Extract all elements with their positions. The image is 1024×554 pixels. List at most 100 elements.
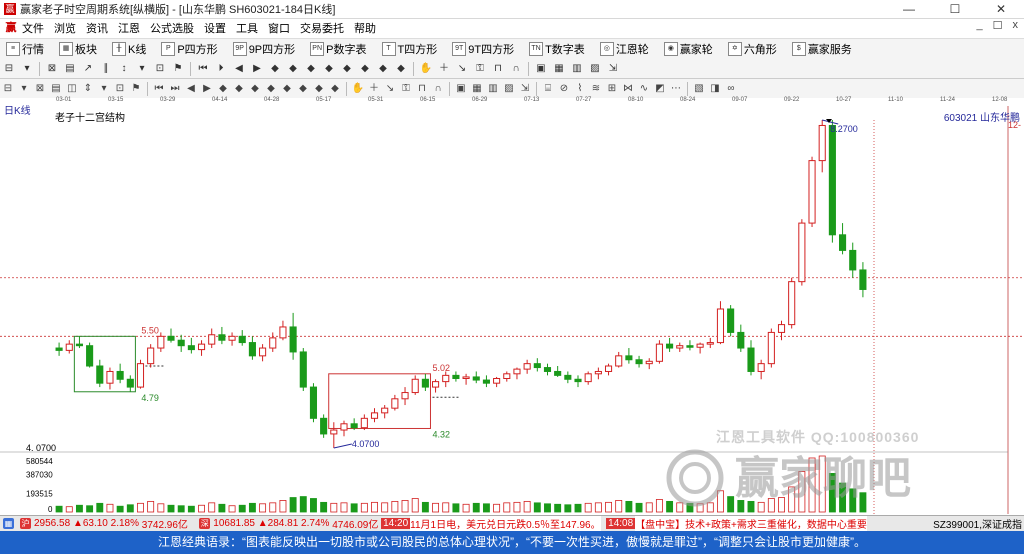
diamond-icon[interactable]: ◆: [322, 62, 336, 76]
menu-settings[interactable]: 设置: [204, 20, 226, 36]
stepper-icon[interactable]: ▾: [135, 62, 149, 76]
pointer-icon[interactable]: ↘: [455, 62, 469, 76]
toolbar-button-8[interactable]: TN T数字表: [523, 41, 585, 57]
menu-window[interactable]: 窗口: [268, 20, 290, 36]
indicator-tool-icon[interactable]: ⇕: [81, 82, 95, 96]
diamond-icon[interactable]: ◆: [394, 62, 408, 76]
news-ticker[interactable]: 11月1日电，美元兑日元跌0.5％至147.96。: [410, 516, 601, 531]
indicator-tool-icon[interactable]: ▥: [486, 82, 500, 96]
indicator-tool-icon[interactable]: ＋: [367, 82, 381, 96]
hand-icon[interactable]: ✋: [419, 62, 433, 76]
tool-icon[interactable]: ⊓: [491, 62, 505, 76]
maximize-button[interactable]: ☐: [932, 0, 978, 18]
indicator-tool-icon[interactable]: ▣: [454, 82, 468, 96]
zoom-icon[interactable]: ⊡: [153, 62, 167, 76]
indicator-tool-icon[interactable]: ⋈: [621, 82, 635, 96]
mdi-minimize-button[interactable]: _: [977, 19, 983, 32]
indicator-tool-icon[interactable]: ⋯: [669, 82, 683, 96]
diamond-icon[interactable]: ◆: [304, 62, 318, 76]
indicator-tool-icon[interactable]: ▾: [97, 82, 111, 96]
table-icon[interactable]: ▦: [552, 62, 566, 76]
diamond-icon[interactable]: ◆: [376, 62, 390, 76]
cursor-icon[interactable]: ↕: [117, 62, 131, 76]
indicator-tool-icon[interactable]: ▤: [49, 82, 63, 96]
toolbar-button-11[interactable]: ✡ 六角形: [722, 41, 777, 57]
indicator-tool-icon[interactable]: ⊠: [33, 82, 47, 96]
lines-icon[interactable]: ∥: [99, 62, 113, 76]
toolbar-button-6[interactable]: T T四方形: [376, 41, 437, 57]
indicator-tool-icon[interactable]: ▾: [17, 82, 31, 96]
indicator-tool-icon[interactable]: ⏭: [168, 82, 182, 96]
app-menu-icon[interactable]: 赢: [4, 21, 18, 35]
toolbar-button-10[interactable]: ◉ 赢家轮: [658, 41, 713, 57]
lock-icon[interactable]: ⚿: [473, 62, 487, 76]
menu-browse[interactable]: 浏览: [54, 20, 76, 36]
indicator-tool-icon[interactable]: ◆: [248, 82, 262, 96]
toolbar-button-3[interactable]: P P四方形: [155, 41, 218, 57]
network-icon[interactable]: ⊠: [45, 62, 59, 76]
menu-tools[interactable]: 工具: [236, 20, 258, 36]
close-button[interactable]: ✕: [978, 0, 1024, 18]
indicator-tool-icon[interactable]: ▦: [470, 82, 484, 96]
toolbar-button-0[interactable]: ≡ 行情: [0, 41, 44, 57]
toolbar-button-4[interactable]: 9P 9P四方形: [227, 41, 295, 57]
layout-icon[interactable]: ⊟: [2, 62, 16, 76]
crosshair-icon[interactable]: ＋: [437, 62, 451, 76]
news-ticker-2[interactable]: 【盘中宝】技术+政策+需求三重催化，数据中心重要: [635, 516, 867, 531]
prev-icon[interactable]: ◀: [232, 62, 246, 76]
magnet-icon[interactable]: ∩: [509, 62, 523, 76]
index-code-label[interactable]: SZ399001,深证成指: [930, 516, 1022, 531]
indicator-tool-icon[interactable]: ⚑: [129, 82, 143, 96]
toolbar-button-7[interactable]: 9T 9T四方形: [446, 41, 514, 57]
indicator-tool-icon[interactable]: ◆: [296, 82, 310, 96]
sh-index-icon[interactable]: ▦: [3, 518, 14, 529]
indicator-tool-icon[interactable]: ◩: [653, 82, 667, 96]
indicator-tool-icon[interactable]: ◆: [264, 82, 278, 96]
window-icon[interactable]: ▣: [534, 62, 548, 76]
indicator-tool-icon[interactable]: ⏮: [152, 82, 166, 96]
indicator-tool-icon[interactable]: ⊘: [557, 82, 571, 96]
indicator-tool-icon[interactable]: ⊡: [113, 82, 127, 96]
indicator-tool-icon[interactable]: ◆: [280, 82, 294, 96]
indicator-tool-icon[interactable]: ⊟: [1, 82, 15, 96]
indicator-tool-icon[interactable]: ✋: [351, 82, 365, 96]
indicator-tool-icon[interactable]: ⌸: [541, 82, 555, 96]
indicator-tool-icon[interactable]: ⌇: [573, 82, 587, 96]
next-icon[interactable]: ⏵: [214, 62, 228, 76]
indicator-tool-icon[interactable]: ∞: [724, 82, 738, 96]
export-icon[interactable]: ⇲: [606, 62, 620, 76]
minimize-button[interactable]: —: [886, 0, 932, 18]
menu-info[interactable]: 资讯: [86, 20, 108, 36]
indicator-tool-icon[interactable]: ◆: [232, 82, 246, 96]
calendar-icon[interactable]: ▤: [63, 62, 77, 76]
line-icon[interactable]: ↗: [81, 62, 95, 76]
flag-icon[interactable]: ⚑: [171, 62, 185, 76]
indicator-tool-icon[interactable]: ▶: [200, 82, 214, 96]
diamond-icon[interactable]: ◆: [358, 62, 372, 76]
indicator-tool-icon[interactable]: ⚿: [399, 82, 413, 96]
indicator-tool-icon[interactable]: ⊓: [415, 82, 429, 96]
indicator-tool-icon[interactable]: ◆: [216, 82, 230, 96]
indicator-tool-icon[interactable]: ▧: [692, 82, 706, 96]
indicator-tool-icon[interactable]: ◆: [312, 82, 326, 96]
chevron-down-icon[interactable]: ▾: [20, 62, 34, 76]
menu-formula[interactable]: 公式选股: [150, 20, 194, 36]
first-icon[interactable]: ⏮: [196, 62, 210, 76]
mdi-restore-button[interactable]: ☐: [993, 19, 1003, 32]
toolbar-button-2[interactable]: ╫ K线: [106, 41, 146, 57]
indicator-tool-icon[interactable]: ∿: [637, 82, 651, 96]
toolbar-button-5[interactable]: PN P数字表: [304, 41, 367, 57]
toolbar-button-1[interactable]: ▦ 板块: [53, 41, 97, 57]
indicator-tool-icon[interactable]: ◀: [184, 82, 198, 96]
toolbar-button-9[interactable]: ◎ 江恩轮: [594, 41, 649, 57]
mdi-close-button[interactable]: x: [1013, 19, 1019, 32]
indicator-tool-icon[interactable]: ∩: [431, 82, 445, 96]
diamond-icon[interactable]: ◆: [286, 62, 300, 76]
indicator-tool-icon[interactable]: ◨: [708, 82, 722, 96]
indicator-tool-icon[interactable]: ↘: [383, 82, 397, 96]
indicator-tool-icon[interactable]: ⇲: [518, 82, 532, 96]
menu-file[interactable]: 文件: [22, 20, 44, 36]
menu-help[interactable]: 帮助: [354, 20, 376, 36]
diamond-icon[interactable]: ◆: [340, 62, 354, 76]
right-icon[interactable]: ▶: [250, 62, 264, 76]
